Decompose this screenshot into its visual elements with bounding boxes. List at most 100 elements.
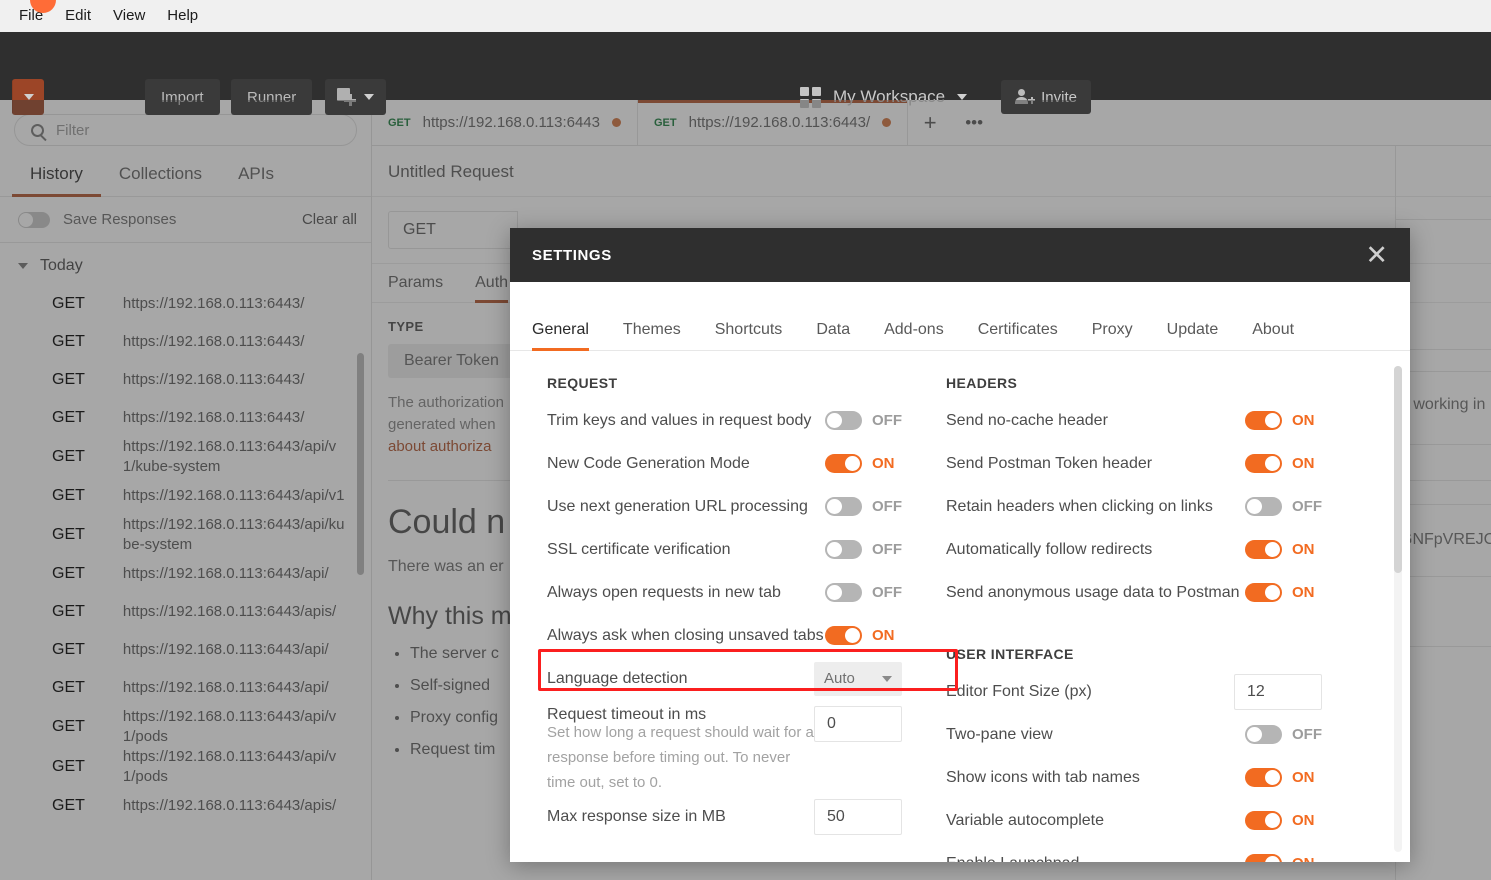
settings-column-left: REQUEST Trim keys and values in request … (510, 373, 930, 862)
setting-toggle[interactable] (825, 454, 862, 473)
setting-toggle-state: ON (1292, 812, 1315, 829)
settings-tab-general[interactable]: General (532, 321, 606, 351)
settings-modal-header: SETTINGS ✕ (510, 228, 1410, 282)
setting-label: Automatically follow redirects (946, 540, 1153, 558)
menu-item-help[interactable]: Help (156, 3, 209, 29)
setting-label: Variable autocomplete (946, 811, 1105, 829)
setting-label: Send Postman Token header (946, 454, 1153, 472)
setting-toggle-state: ON (872, 627, 895, 644)
setting-label: Always ask when closing unsaved tabs (547, 626, 824, 644)
request-section-title: REQUEST (547, 375, 618, 391)
setting-label: Show icons with tab names (946, 768, 1140, 786)
setting-row: Send Postman Token header ON (946, 442, 1350, 485)
setting-row: Enable Launchpad ON (946, 842, 1350, 862)
setting-toggle[interactable] (825, 583, 862, 602)
setting-label: Language detection (547, 669, 688, 687)
setting-select[interactable]: Auto (814, 661, 902, 696)
setting-label: Retain headers when clicking on links (946, 497, 1213, 515)
setting-label: Send anonymous usage data to Postman (946, 583, 1240, 601)
setting-label: Send no-cache header (946, 411, 1108, 429)
close-icon[interactable]: ✕ (1365, 241, 1388, 269)
setting-toggle[interactable] (825, 411, 862, 430)
menu-item-view[interactable]: View (102, 3, 156, 29)
menu-bar: File Edit View Help (0, 0, 1491, 32)
setting-row: Two-pane view OFF (946, 713, 1350, 756)
setting-row: Automatically follow redirects ON (946, 528, 1350, 571)
chevron-down-icon (882, 675, 892, 682)
setting-toggle[interactable] (825, 626, 862, 645)
settings-column-right: HEADERS Send no-cache header ON Send Postm… (930, 373, 1350, 862)
settings-tab-shortcuts[interactable]: Shortcuts (698, 321, 800, 350)
setting-toggle[interactable] (1245, 725, 1282, 744)
setting-row: Editor Font Size (px) 12 (946, 670, 1350, 713)
setting-label: Enable Launchpad (946, 855, 1079, 863)
setting-toggle-state: ON (872, 455, 895, 472)
setting-row: Trim keys and values in request body OFF (547, 399, 930, 442)
setting-row: Retain headers when clicking on links OFF (946, 485, 1350, 528)
settings-modal-title: SETTINGS (532, 246, 612, 264)
setting-row: Variable autocomplete ON (946, 799, 1350, 842)
setting-toggle-state: OFF (1292, 726, 1322, 743)
setting-label: Use next generation URL processing (547, 497, 808, 515)
setting-label: Editor Font Size (px) (946, 682, 1092, 700)
setting-toggle-state: ON (1292, 769, 1315, 786)
setting-toggle[interactable] (1245, 583, 1282, 602)
setting-row: Send anonymous usage data to Postman ON (946, 571, 1350, 614)
settings-modal: SETTINGS ✕ General Themes Shortcuts Data Add… (510, 228, 1410, 862)
setting-label: Trim keys and values in request body (547, 411, 812, 429)
setting-toggle-state: ON (1292, 584, 1315, 601)
setting-toggle[interactable] (1245, 497, 1282, 516)
setting-helper-text: Set how long a request should wait for a… (547, 724, 814, 791)
setting-row: Use next generation URL processing OFF (547, 485, 930, 528)
setting-number-input[interactable]: 50 (814, 798, 902, 835)
ui-section-title: USER INTERFACE (946, 646, 1074, 662)
setting-row: Show icons with tab names ON (946, 756, 1350, 799)
settings-scrollbar[interactable] (1394, 366, 1402, 573)
setting-number-input[interactable]: 12 (1234, 673, 1322, 710)
setting-row: SSL certificate verification OFF (547, 528, 930, 571)
setting-select-value: Auto (824, 670, 855, 687)
setting-row: New Code Generation Mode ON (547, 442, 930, 485)
setting-row: Send no-cache header ON (946, 399, 1350, 442)
setting-toggle[interactable] (1245, 411, 1282, 430)
setting-toggle-state: OFF (872, 498, 902, 515)
setting-toggle-state: ON (1292, 455, 1315, 472)
setting-toggle[interactable] (1245, 854, 1282, 862)
setting-toggle[interactable] (1245, 811, 1282, 830)
setting-toggle-state: ON (1292, 541, 1315, 558)
setting-toggle[interactable] (1245, 540, 1282, 559)
setting-toggle[interactable] (825, 540, 862, 559)
setting-label: SSL certificate verification (547, 540, 731, 558)
settings-tab-about[interactable]: About (1235, 321, 1311, 350)
postman-window: File Edit View Help New Import Runner My… (0, 0, 1491, 880)
app-toolbar: New Import Runner My Workspace Invite (0, 32, 1491, 115)
settings-tab-update[interactable]: Update (1150, 321, 1236, 350)
setting-toggle[interactable] (825, 497, 862, 516)
setting-toggle-state: OFF (1292, 498, 1322, 515)
settings-body: REQUEST Trim keys and values in request … (510, 351, 1410, 862)
setting-label: Two-pane view (946, 725, 1053, 743)
setting-toggle-state: ON (1292, 855, 1322, 862)
settings-tab-data[interactable]: Data (799, 321, 867, 350)
setting-row: Request timeout in ms Set how long a requ… (547, 700, 930, 795)
setting-toggle-state: OFF (872, 584, 902, 601)
settings-tabs: General Themes Shortcuts Data Add-ons Certifi… (510, 282, 1410, 351)
setting-row: Language detection Auto (547, 657, 930, 700)
headers-section-title: HEADERS (946, 375, 1018, 391)
setting-toggle-state: OFF (872, 541, 902, 558)
setting-row: Max response size in MB 50 (547, 795, 930, 838)
settings-tab-proxy[interactable]: Proxy (1075, 321, 1150, 350)
setting-toggle[interactable] (1245, 768, 1282, 787)
setting-number-input[interactable]: 0 (814, 706, 902, 742)
setting-toggle[interactable] (1245, 454, 1282, 473)
setting-row: Always open requests in new tab OFF (547, 571, 930, 614)
setting-toggle-state: ON (1292, 412, 1315, 429)
setting-label: Max response size in MB (547, 807, 726, 825)
menu-item-edit[interactable]: Edit (54, 3, 102, 29)
settings-tab-add-ons[interactable]: Add-ons (867, 321, 961, 350)
settings-tab-themes[interactable]: Themes (606, 321, 698, 350)
setting-row: Always ask when closing unsaved tabs ON (547, 614, 930, 657)
setting-toggle-state: OFF (872, 412, 902, 429)
settings-tab-certificates[interactable]: Certificates (961, 321, 1075, 350)
setting-label: Always open requests in new tab (547, 583, 781, 601)
